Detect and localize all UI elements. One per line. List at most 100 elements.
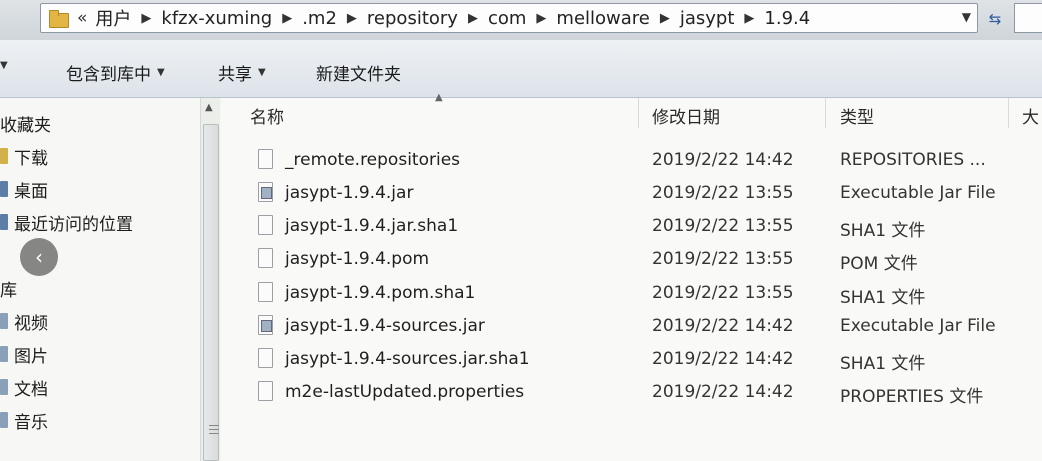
breadcrumb-arrow-icon[interactable]: ▶ bbox=[347, 11, 357, 26]
nav-favorites[interactable]: 收藏夹 bbox=[0, 110, 51, 136]
include-in-library-button[interactable]: 包含到库中 ▼ bbox=[66, 60, 165, 85]
column-divider[interactable] bbox=[638, 98, 639, 128]
breadcrumb-jasypt[interactable]: jasypt bbox=[680, 8, 735, 29]
new-folder-button[interactable]: 新建文件夹 bbox=[316, 60, 401, 85]
sort-ascending-icon: ▲ bbox=[435, 92, 443, 103]
file-name: jasypt-1.9.4-sources.jar bbox=[285, 316, 485, 336]
file-row[interactable]: _remote.repositories 2019/2/22 14:42 REP… bbox=[221, 144, 1042, 177]
chevron-down-icon: ▼ bbox=[0, 60, 8, 71]
file-row[interactable]: m2e-lastUpdated.properties 2019/2/22 14:… bbox=[221, 376, 1042, 409]
breadcrumb-arrow-icon[interactable]: ▶ bbox=[744, 11, 754, 26]
breadcrumb-com[interactable]: com bbox=[488, 8, 526, 29]
file-icon bbox=[258, 282, 273, 302]
file-date: 2019/2/22 14:42 bbox=[652, 349, 794, 369]
nav-pictures[interactable]: 图片 bbox=[0, 341, 48, 367]
nav-downloads[interactable]: 下载 bbox=[0, 143, 48, 169]
nav-documents-label: 文档 bbox=[14, 379, 48, 400]
file-type: Executable Jar File bbox=[840, 316, 996, 336]
nav-libraries-label: 库 bbox=[0, 280, 17, 301]
file-icon bbox=[258, 215, 273, 235]
column-divider[interactable] bbox=[1008, 98, 1009, 128]
share-button[interactable]: 共享 ▼ bbox=[218, 60, 266, 85]
nav-scrollbar[interactable]: ▲ bbox=[200, 98, 220, 461]
breadcrumb-repository[interactable]: repository bbox=[367, 8, 458, 29]
column-header-size[interactable]: 大 bbox=[1022, 103, 1039, 128]
refresh-button[interactable]: ⇆ bbox=[980, 6, 1010, 32]
nav-scrollbar-thumb[interactable] bbox=[203, 124, 219, 461]
file-row[interactable]: jasypt-1.9.4.jar 2019/2/22 13:55 Executa… bbox=[221, 177, 1042, 210]
jar-file-icon bbox=[258, 315, 273, 335]
command-toolbar: ▼ 包含到库中 ▼ 共享 ▼ 新建文件夹 bbox=[0, 40, 1042, 98]
nav-recent-places[interactable]: 最近访问的位置 bbox=[0, 209, 133, 235]
breadcrumb-version[interactable]: 1.9.4 bbox=[764, 8, 810, 29]
nav-favorites-label: 收藏夹 bbox=[0, 115, 51, 136]
column-header-date[interactable]: 修改日期 bbox=[652, 103, 720, 128]
address-bar[interactable]: « 用户 ▶ kfzx-xuming ▶ .m2 ▶ repository ▶ … bbox=[40, 3, 978, 33]
file-name: m2e-lastUpdated.properties bbox=[285, 382, 525, 402]
breadcrumb-arrow-icon[interactable]: ▶ bbox=[468, 11, 478, 26]
file-date: 2019/2/22 13:55 bbox=[652, 216, 794, 236]
nav-recent-label: 最近访问的位置 bbox=[14, 214, 133, 235]
breadcrumb-arrow-icon[interactable]: ▶ bbox=[282, 11, 292, 26]
file-date: 2019/2/22 14:42 bbox=[652, 316, 794, 336]
documents-icon bbox=[0, 379, 8, 395]
nav-downloads-label: 下载 bbox=[14, 148, 48, 169]
column-header-name[interactable]: 名称 bbox=[250, 103, 284, 128]
new-folder-label: 新建文件夹 bbox=[316, 65, 401, 85]
chevron-down-icon: ▼ bbox=[258, 67, 266, 78]
back-overlay-button[interactable]: ‹ bbox=[20, 238, 58, 276]
breadcrumb-users[interactable]: 用户 bbox=[95, 5, 131, 31]
file-type: POM 文件 bbox=[840, 254, 918, 274]
share-label: 共享 bbox=[218, 65, 252, 85]
file-row[interactable]: jasypt-1.9.4-sources.jar 2019/2/22 14:42… bbox=[221, 310, 1042, 343]
file-list-pane: ▲ 名称 修改日期 类型 大 _remote.repositories 2019… bbox=[221, 92, 1042, 461]
breadcrumb-melloware[interactable]: melloware bbox=[556, 8, 649, 29]
chevron-left-icon: ‹ bbox=[35, 245, 43, 269]
scroll-up-icon[interactable]: ▲ bbox=[205, 102, 213, 113]
file-name: _remote.repositories bbox=[285, 150, 461, 170]
file-row[interactable]: jasypt-1.9.4.pom 2019/2/22 13:55 POM 文件 bbox=[221, 243, 1042, 276]
breadcrumb-arrow-icon[interactable]: ▶ bbox=[660, 11, 670, 26]
breadcrumb-arrow-icon[interactable]: ▶ bbox=[141, 11, 151, 26]
column-header-row: ▲ 名称 修改日期 类型 大 bbox=[221, 92, 1042, 132]
file-row[interactable]: jasypt-1.9.4-sources.jar.sha1 2019/2/22 … bbox=[221, 343, 1042, 376]
nav-libraries[interactable]: 库 bbox=[0, 275, 17, 301]
nav-music[interactable]: 音乐 bbox=[0, 407, 48, 433]
navigation-pane: 收藏夹 下载 桌面 最近访问的位置 库 视频 图片 文档 音乐 ‹ bbox=[0, 98, 200, 461]
downloads-icon bbox=[0, 148, 8, 164]
column-divider[interactable] bbox=[825, 98, 826, 128]
search-input[interactable] bbox=[1014, 3, 1042, 33]
file-name: jasypt-1.9.4.jar bbox=[285, 183, 414, 203]
include-in-library-label: 包含到库中 bbox=[66, 65, 151, 85]
file-name: jasypt-1.9.4.jar.sha1 bbox=[285, 216, 459, 236]
file-date: 2019/2/22 13:55 bbox=[652, 249, 794, 269]
folder-icon bbox=[49, 10, 69, 28]
file-type: SHA1 文件 bbox=[840, 354, 926, 374]
nav-documents[interactable]: 文档 bbox=[0, 374, 48, 400]
file-icon bbox=[258, 149, 273, 169]
file-name: jasypt-1.9.4.pom bbox=[285, 249, 430, 269]
recent-places-icon bbox=[0, 214, 8, 230]
address-dropdown-icon[interactable]: ▼ bbox=[962, 10, 971, 24]
breadcrumb-arrow-icon[interactable]: ▶ bbox=[536, 11, 546, 26]
refresh-icon: ⇆ bbox=[988, 10, 1002, 28]
breadcrumb-overflow[interactable]: « bbox=[77, 8, 87, 28]
nav-videos[interactable]: 视频 bbox=[0, 308, 48, 334]
file-date: 2019/2/22 14:42 bbox=[652, 150, 794, 170]
file-type: PROPERTIES 文件 bbox=[840, 387, 984, 407]
file-type: SHA1 文件 bbox=[840, 221, 926, 241]
file-date: 2019/2/22 13:55 bbox=[652, 283, 794, 303]
breadcrumb-m2[interactable]: .m2 bbox=[302, 8, 337, 29]
organize-dropdown-arrow[interactable]: ▼ bbox=[0, 60, 8, 71]
nav-desktop[interactable]: 桌面 bbox=[0, 176, 48, 202]
file-row[interactable]: jasypt-1.9.4.pom.sha1 2019/2/22 13:55 SH… bbox=[221, 277, 1042, 310]
file-row[interactable]: jasypt-1.9.4.jar.sha1 2019/2/22 13:55 SH… bbox=[221, 210, 1042, 243]
file-type: Executable Jar File bbox=[840, 183, 996, 203]
nav-videos-label: 视频 bbox=[14, 313, 48, 334]
column-header-type[interactable]: 类型 bbox=[840, 103, 874, 128]
file-icon bbox=[258, 381, 273, 401]
pictures-icon bbox=[0, 346, 8, 362]
nav-desktop-label: 桌面 bbox=[14, 181, 48, 202]
breadcrumb-user-folder[interactable]: kfzx-xuming bbox=[161, 8, 272, 29]
file-icon bbox=[258, 348, 273, 368]
